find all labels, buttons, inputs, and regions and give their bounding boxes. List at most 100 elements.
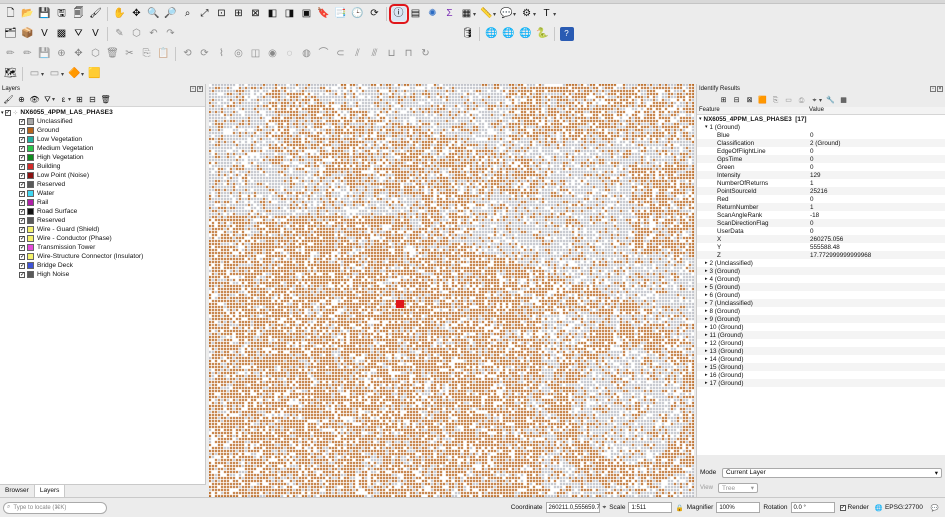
expand-arrow-icon[interactable]: ▸	[705, 260, 708, 266]
layer-visibility-checkbox[interactable]: ✓	[4, 109, 11, 116]
class-visibility-checkbox[interactable]: ✓	[19, 154, 25, 161]
attribute-row[interactable]: Y 555588.48	[697, 243, 945, 251]
digitize-icon[interactable]: ✎	[113, 27, 127, 41]
advanced-digitize-icon[interactable]: ⟲	[181, 47, 195, 61]
result-feature-row[interactable]: ▸ 9 (Ground)	[697, 315, 945, 323]
legend-class-row[interactable]: ✓ High Vegetation	[0, 153, 205, 162]
expand-tree-icon[interactable]: ⊞	[719, 95, 729, 105]
cut-features-icon[interactable]: ✂	[123, 47, 137, 61]
style-manager-icon[interactable]: 🖌	[89, 7, 103, 21]
legend-class-row[interactable]: ✓ Reserved	[0, 216, 205, 225]
add-ring-icon[interactable]: ◎	[232, 47, 246, 61]
undo-icon[interactable]: ↶	[147, 27, 161, 41]
expand-arrow-icon[interactable]: ▸	[705, 332, 708, 338]
class-visibility-checkbox[interactable]: ✓	[19, 244, 25, 251]
legend-class-row[interactable]: ✓ Water	[0, 189, 205, 198]
result-feature-row[interactable]: ▸ 13 (Ground)	[697, 347, 945, 355]
select-features-icon[interactable]: ▭	[48, 67, 62, 81]
manage-map-themes-icon[interactable]: 👁	[29, 95, 39, 105]
temporal-controller-icon[interactable]: 🕒	[351, 7, 365, 21]
result-feature-row[interactable]: ▸ 10 (Ground)	[697, 323, 945, 331]
result-feature-row[interactable]: ▸ 8 (Ground)	[697, 307, 945, 315]
layer-row[interactable]: ▾ ✓ ⁘ NX6055_4PPM_LAS_PHASE3	[0, 108, 205, 117]
close-icon[interactable]: ×	[937, 85, 943, 92]
attribute-table-icon[interactable]: ▤	[409, 7, 423, 21]
add-vector-layer-icon[interactable]: V	[38, 27, 52, 41]
class-visibility-checkbox[interactable]: ✓	[19, 136, 25, 143]
close-icon[interactable]: ×	[197, 85, 203, 92]
result-feature-row[interactable]: ▸ 3 (Ground)	[697, 267, 945, 275]
save-edits-icon[interactable]: 💾	[38, 47, 52, 61]
result-feature-row[interactable]: ▸ 15 (Ground)	[697, 363, 945, 371]
attribute-row[interactable]: ScanDirectionFlag 0	[697, 219, 945, 227]
class-visibility-checkbox[interactable]: ✓	[19, 253, 25, 260]
add-group-icon[interactable]: ⊕	[17, 95, 27, 105]
class-visibility-checkbox[interactable]: ✓	[19, 190, 25, 197]
filter-legend-icon[interactable]: ⛛	[43, 95, 53, 105]
wms-icon[interactable]: 🌐	[519, 27, 533, 41]
expand-arrow-icon[interactable]: ▸	[705, 348, 708, 354]
field-calculator-icon[interactable]: ▦	[460, 7, 474, 21]
locator-search-input[interactable]: ⌕ Type to locate (⌘K)	[3, 501, 107, 514]
class-visibility-checkbox[interactable]: ✓	[19, 118, 25, 125]
coordinate-toggle-icon[interactable]: ⌖	[603, 504, 607, 512]
help-icon[interactable]: ▦	[839, 95, 849, 105]
legend-class-row[interactable]: ✓ Transmission Tower	[0, 243, 205, 252]
paste-features-icon[interactable]: 📋	[157, 47, 171, 61]
delete-part-icon[interactable]: ◍	[300, 47, 314, 61]
settings-icon[interactable]: ⚙	[520, 7, 534, 21]
attribute-row[interactable]: UserData 0	[697, 227, 945, 235]
toggle-editing-icon[interactable]: ✏	[4, 47, 18, 61]
attribute-row[interactable]: NumberOfReturns 1	[697, 179, 945, 187]
messages-icon[interactable]: 💬	[931, 504, 939, 512]
mode-select[interactable]: Current Layer ▾	[722, 467, 942, 478]
result-feature-row[interactable]: ▸ 4 (Ground)	[697, 275, 945, 283]
copy-feature-icon[interactable]: ⎘	[771, 95, 781, 105]
toolbox-icon[interactable]: ✺	[426, 7, 440, 21]
map-tips-icon[interactable]: 💬	[500, 7, 514, 21]
crs-label[interactable]: EPSG:27700	[885, 504, 923, 511]
python-console-icon[interactable]: 🐍	[536, 27, 550, 41]
zoom-rubberband-icon[interactable]: ⌕	[181, 7, 195, 21]
copy-features-icon[interactable]: ⎘	[140, 47, 154, 61]
expand-arrow-icon[interactable]: ▸	[705, 324, 708, 330]
collapse-arrow-icon[interactable]: ▾	[1, 110, 4, 116]
expand-arrow-icon[interactable]: ▸	[705, 268, 708, 274]
result-feature-row[interactable]: ▸ 14 (Ground)	[697, 355, 945, 363]
bookmarks-icon[interactable]: 📑	[334, 7, 348, 21]
result-feature-row[interactable]: ▸ 11 (Ground)	[697, 331, 945, 339]
help-icon[interactable]: ?	[559, 27, 574, 41]
class-visibility-checkbox[interactable]: ✓	[19, 127, 25, 134]
result-layer-row[interactable]: ▾ NX6055_4PPM_LAS_PHASE3 [17]	[697, 115, 945, 123]
result-feature-row[interactable]: ▸ 17 (Ground)	[697, 379, 945, 387]
select-by-expression-icon[interactable]: 🔶	[68, 67, 82, 81]
merge-attributes-icon[interactable]: ⊓	[402, 47, 416, 61]
move-feature-icon[interactable]: ✥	[72, 47, 86, 61]
delete-selected-icon[interactable]: 🗑	[106, 47, 120, 61]
filter-expression-icon[interactable]: ε	[59, 95, 69, 105]
open-project-icon[interactable]: 📂	[21, 7, 35, 21]
edits-icon[interactable]: ✏	[21, 47, 35, 61]
zoom-next-icon[interactable]: ◨	[283, 7, 297, 21]
attribute-row[interactable]: GpsTime 0	[697, 155, 945, 163]
save-project-icon[interactable]: 💾	[38, 7, 52, 21]
redo-icon[interactable]: ↷	[164, 27, 178, 41]
collapse-all-icon[interactable]: ⊟	[88, 95, 98, 105]
zoom-last-icon[interactable]: ◧	[266, 7, 280, 21]
result-feature-row[interactable]: ▸ 5 (Ground)	[697, 283, 945, 291]
tab-layers[interactable]: Layers	[34, 485, 66, 497]
database-icon[interactable]: 🛢	[461, 27, 475, 41]
attribute-row[interactable]: PointSourceId 25216	[697, 187, 945, 195]
legend-class-row[interactable]: ✓ Ground	[0, 126, 205, 135]
magnifier-field[interactable]: 100%	[716, 502, 761, 513]
identify-mode-icon[interactable]: ⌖	[810, 95, 820, 105]
zoom-layer-icon[interactable]: ⊞	[232, 7, 246, 21]
result-feature-row[interactable]: ▸ 2 (Unclassified)	[697, 259, 945, 267]
add-virtual-layer-icon[interactable]: V	[89, 27, 103, 41]
class-visibility-checkbox[interactable]: ✓	[19, 199, 25, 206]
float-icon[interactable]: ▫	[190, 85, 196, 92]
class-visibility-checkbox[interactable]: ✓	[19, 181, 25, 188]
expand-arrow-icon[interactable]: ▸	[705, 316, 708, 322]
expand-arrow-icon[interactable]: ▸	[705, 308, 708, 314]
add-part-icon[interactable]: ◫	[249, 47, 263, 61]
